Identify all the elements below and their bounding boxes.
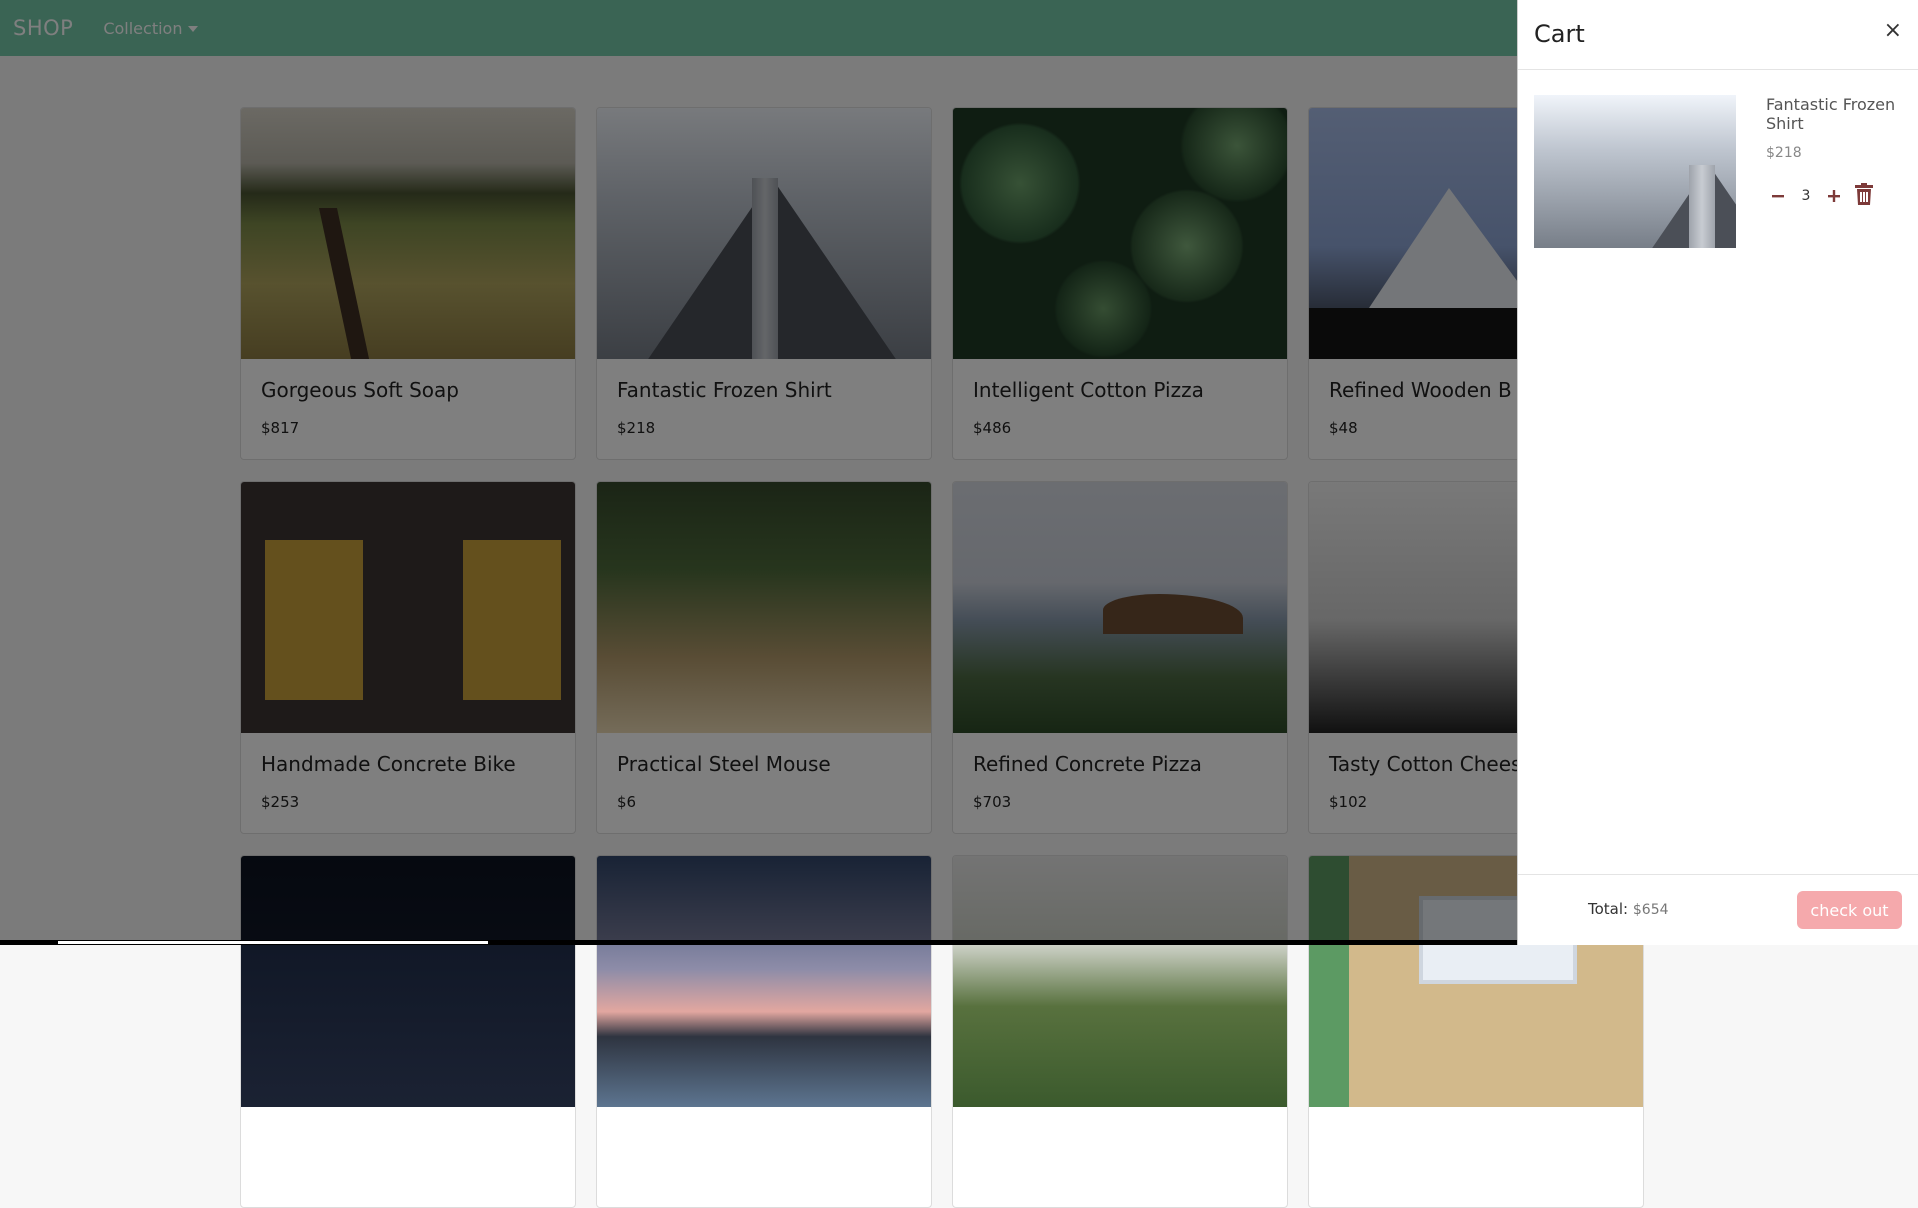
- cart-footer: Total: $654 check out: [1518, 874, 1918, 946]
- plus-icon[interactable]: [1822, 184, 1846, 208]
- total-label: Total:: [1588, 900, 1629, 918]
- total-value: $654: [1632, 902, 1669, 918]
- checkout-button[interactable]: check out: [1797, 891, 1902, 929]
- scrollbar-thumb[interactable]: [58, 941, 488, 944]
- cart-item-name: Fantastic Frozen Shirt: [1766, 95, 1896, 133]
- cart-item-image: [1534, 95, 1736, 248]
- cart-drawer: Cart × Fantastic Frozen Shirt $218 3 Tot…: [1517, 0, 1918, 945]
- cart-item: Fantastic Frozen Shirt $218 3: [1534, 95, 1904, 255]
- cart-title: Cart: [1534, 20, 1585, 48]
- cart-total: Total: $654: [1588, 900, 1669, 918]
- quantity-stepper: 3: [1766, 183, 1874, 209]
- trash-icon[interactable]: [1854, 183, 1874, 209]
- close-icon[interactable]: ×: [1884, 18, 1902, 43]
- cart-item-price: $218: [1766, 145, 1802, 161]
- minus-icon[interactable]: [1766, 184, 1790, 208]
- quantity-value: 3: [1801, 188, 1811, 204]
- cart-header: Cart ×: [1518, 0, 1918, 70]
